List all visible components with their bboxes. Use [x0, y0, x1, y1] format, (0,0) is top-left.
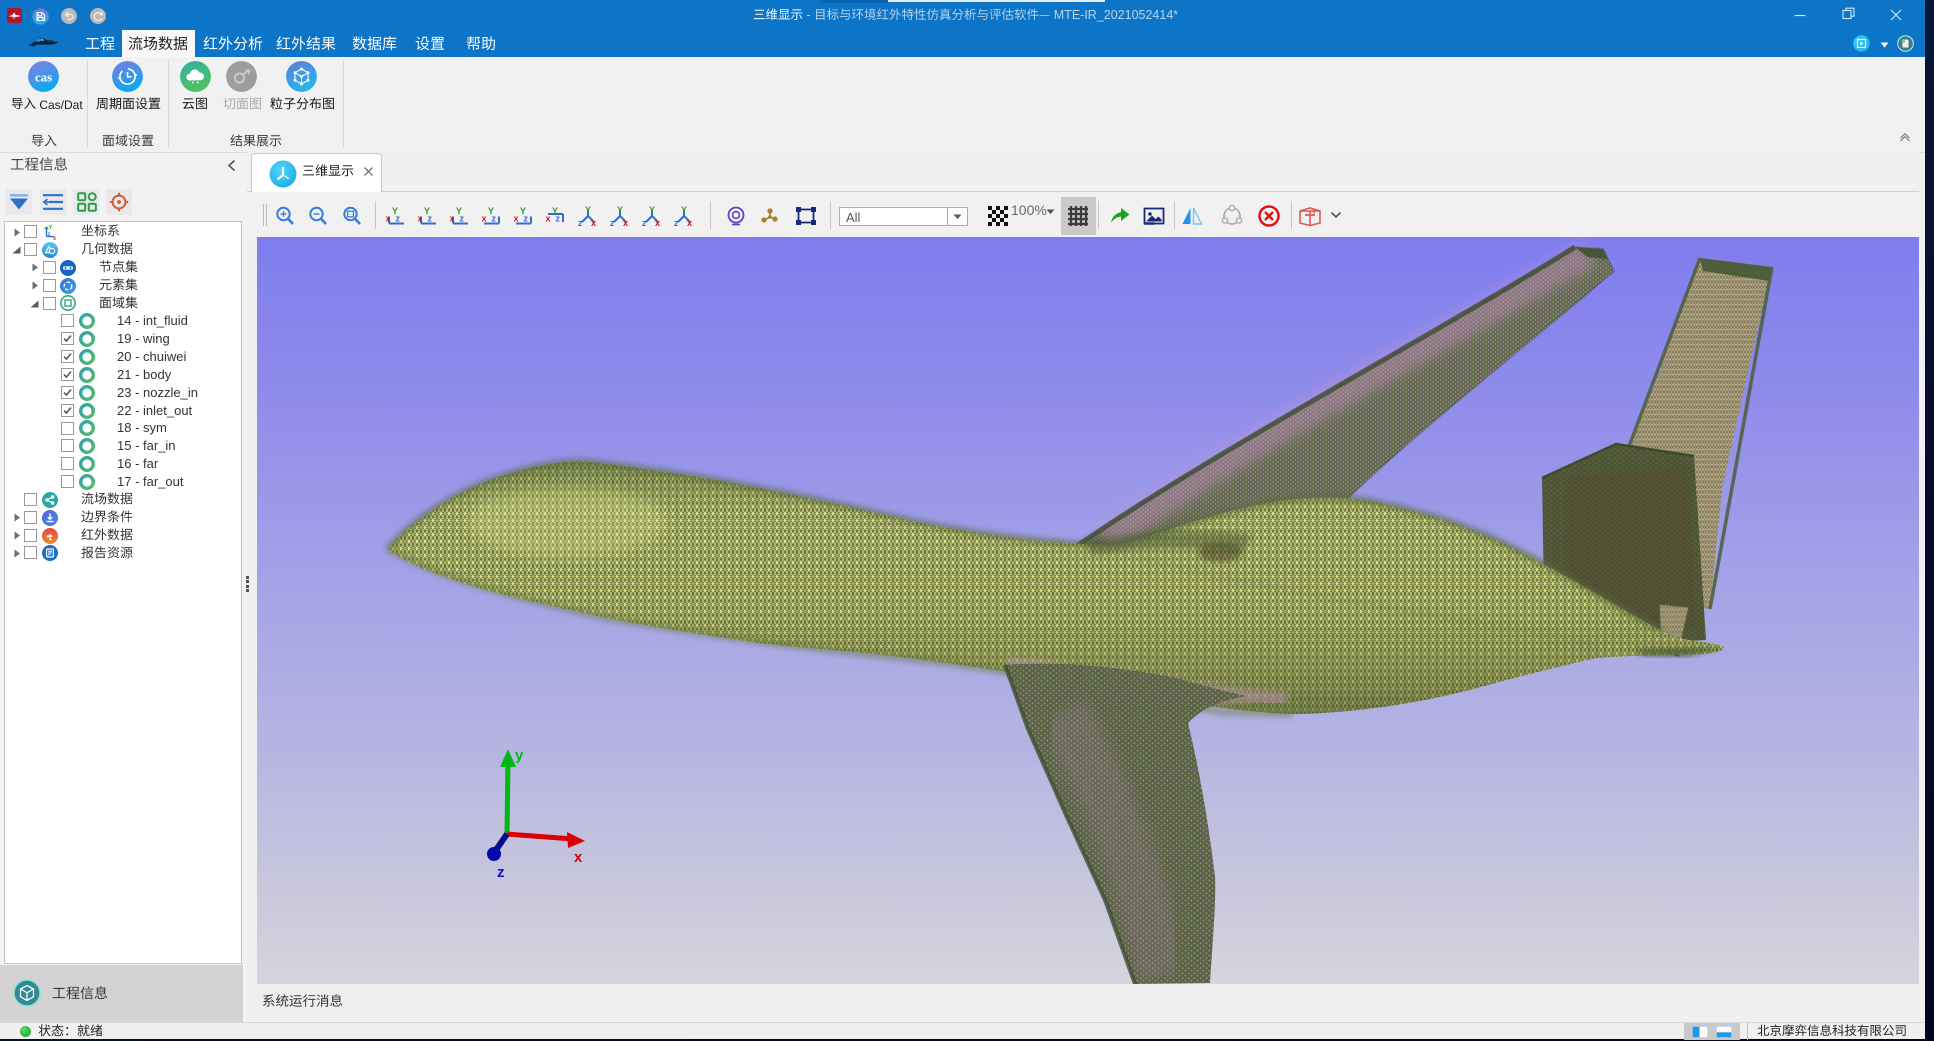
- svg-text:z: z: [674, 218, 679, 227]
- svg-text:x: x: [655, 218, 660, 227]
- svg-text:x: x: [482, 214, 487, 224]
- svg-text:Y: Y: [649, 205, 655, 215]
- svg-text:z: z: [428, 214, 433, 224]
- svg-text:Y: Y: [49, 225, 53, 231]
- svg-text:z: z: [642, 218, 647, 227]
- svg-text:cas: cas: [35, 70, 52, 85]
- svg-text:x: x: [574, 849, 583, 866]
- svg-text:x: x: [386, 214, 391, 224]
- svg-text:x: x: [546, 214, 551, 224]
- svg-text:x: x: [450, 214, 455, 224]
- svg-text:Y: Y: [585, 205, 591, 215]
- svg-text:z: z: [48, 232, 51, 238]
- svg-text:Y: Y: [681, 205, 687, 215]
- svg-text:z: z: [578, 218, 583, 227]
- svg-text:z: z: [524, 214, 529, 224]
- svg-text:z: z: [497, 864, 505, 881]
- svg-text:z: z: [396, 214, 401, 224]
- svg-text:Y: Y: [617, 205, 623, 215]
- svg-text:x: x: [53, 236, 57, 240]
- svg-text:z: z: [556, 214, 561, 224]
- svg-text:z: z: [610, 218, 615, 227]
- svg-text:z: z: [460, 214, 465, 224]
- svg-text:z: z: [492, 214, 497, 224]
- svg-text:x: x: [591, 218, 596, 227]
- svg-text:x: x: [687, 218, 692, 227]
- svg-text:x: x: [418, 214, 423, 224]
- svg-text:x: x: [623, 218, 628, 227]
- svg-text:y: y: [515, 747, 524, 764]
- svg-text:x: x: [514, 214, 519, 224]
